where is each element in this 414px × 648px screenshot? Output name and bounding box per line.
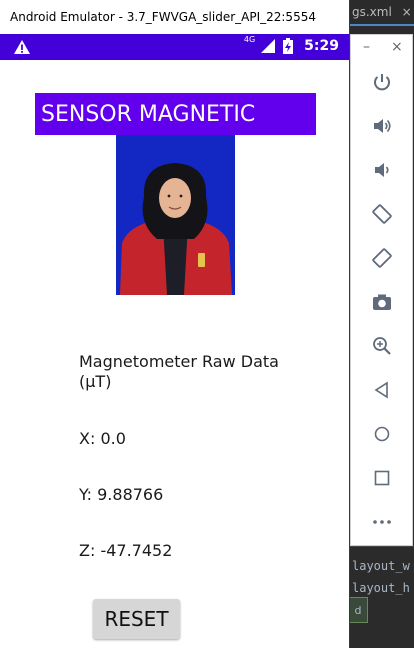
back-icon (374, 381, 388, 399)
rotate-left-button[interactable] (369, 201, 395, 227)
status-icons: 4G 5:29 (243, 35, 339, 54)
power-button[interactable] (369, 69, 395, 95)
overview-button[interactable] (369, 465, 395, 491)
volume-up-icon (374, 119, 391, 133)
minimize-button[interactable]: – (363, 39, 370, 55)
more-icon (373, 520, 391, 524)
person-photo-image (116, 135, 235, 295)
ide-tab-close-icon[interactable]: × (402, 5, 412, 19)
volume-up-button[interactable] (369, 113, 395, 139)
back-button[interactable] (369, 377, 395, 403)
volume-down-button[interactable] (369, 157, 395, 183)
status-clock: 5:29 (304, 38, 339, 54)
warning-icon (14, 40, 30, 54)
more-button[interactable] (369, 509, 395, 535)
ide-tab-label: gs.xml (352, 5, 392, 19)
home-button[interactable] (369, 421, 395, 447)
ide-divider (350, 546, 414, 547)
overview-icon (374, 470, 390, 486)
zoom-icon (373, 337, 391, 355)
zoom-button[interactable] (369, 333, 395, 359)
rotate-right-button[interactable] (369, 245, 395, 271)
magnetometer-x-value: X: 0.0 (79, 429, 126, 448)
emulator-control-panel: – × (350, 34, 413, 546)
home-icon (374, 426, 390, 442)
screenshot-button[interactable] (369, 289, 395, 315)
battery-charging-icon (283, 38, 294, 54)
ide-code-hint: d (348, 597, 368, 623)
ide-code-line: layout_h (352, 581, 410, 595)
magnetometer-z-value: Z: -47.7452 (79, 541, 173, 560)
emulator-title: Android Emulator - 3.7_FWVGA_slider_API_… (10, 10, 316, 24)
emulator-window: Android Emulator - 3.7_FWVGA_slider_API_… (0, 0, 350, 648)
app-title-banner: SENSOR MAGNETIC (35, 93, 316, 135)
magnetometer-raw-label: Magnetometer Raw Data (µT) (79, 352, 279, 391)
emulator-titlebar[interactable]: Android Emulator - 3.7_FWVGA_slider_API_… (0, 0, 349, 35)
network-type-label: 4G (243, 35, 256, 44)
ide-code-line: layout_w (352, 559, 410, 573)
magnetometer-y-value: Y: 9.88766 (79, 485, 164, 504)
rotate-right-icon (372, 248, 392, 268)
power-icon (374, 74, 390, 91)
android-status-bar: 4G 5:29 (0, 34, 349, 60)
app-screen: SENSOR MAGNETIC Magnetometer Raw Data (µ… (0, 60, 349, 648)
signal-icon (261, 39, 276, 53)
reset-button[interactable]: RESET (93, 599, 180, 639)
volume-down-icon (375, 163, 389, 177)
rotate-left-icon (372, 204, 392, 224)
ide-tab-underline (349, 24, 414, 26)
camera-icon (373, 294, 391, 310)
ide-editor-tab[interactable]: gs.xml × (352, 5, 412, 19)
close-button[interactable]: × (391, 39, 403, 55)
profile-photo (116, 135, 235, 295)
